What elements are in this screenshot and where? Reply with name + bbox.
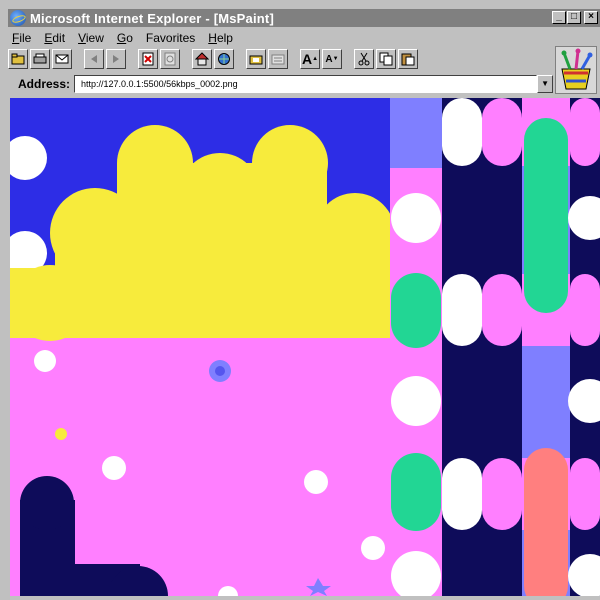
print-button[interactable] (30, 49, 50, 69)
history-icon (271, 54, 285, 65)
title-bar[interactable]: Microsoft Internet Explorer - [MsPaint] … (8, 9, 600, 27)
copy-button[interactable] (376, 49, 396, 69)
address-bar: Address: http://127.0.0.1:5500/56kbps_00… (8, 74, 553, 94)
toolbar-group-stop (138, 49, 182, 69)
address-dropdown-button[interactable]: ▼ (537, 75, 553, 93)
toolbar-group-file (8, 49, 74, 69)
history-button[interactable] (268, 49, 288, 69)
print-icon (33, 53, 47, 64)
toolbar-group-nav (84, 49, 128, 69)
mail-button[interactable] (52, 49, 72, 69)
toolbar-group-clipboard (354, 49, 420, 69)
paste-button[interactable] (398, 49, 418, 69)
menu-bar: File Edit View Go Favorites Help (12, 29, 246, 47)
refresh-button[interactable] (160, 49, 180, 69)
favorites-button[interactable] (246, 49, 266, 69)
scissors-icon (358, 52, 370, 66)
paste-icon (401, 53, 415, 66)
stop-button[interactable] (138, 49, 158, 69)
menu-view[interactable]: View (78, 31, 104, 45)
stop-page-icon (142, 52, 154, 66)
menu-favorites[interactable]: Favorites (146, 31, 195, 45)
search-button[interactable] (214, 49, 234, 69)
favorites-folder-icon (249, 55, 263, 65)
toolbar-group-font: A ▲ A ▼ (300, 49, 344, 69)
cut-button[interactable] (354, 49, 374, 69)
address-input[interactable]: http://127.0.0.1:5500/56kbps_0002.png (74, 75, 538, 93)
paint-cup-logo-icon (556, 47, 596, 93)
back-arrow-icon (91, 55, 97, 63)
open-folder-button[interactable] (8, 49, 28, 69)
menu-go[interactable]: Go (117, 31, 133, 45)
page-content (10, 98, 600, 596)
toolbar-group-favorites (246, 49, 290, 69)
browser-window: Microsoft Internet Explorer - [MsPaint] … (0, 0, 600, 600)
refresh-page-icon (164, 52, 176, 66)
mail-icon (55, 54, 69, 64)
open-folder-icon (11, 53, 25, 65)
brand-logo (555, 46, 597, 94)
status-strip (0, 596, 600, 600)
menu-file[interactable]: File (12, 31, 31, 45)
menu-edit[interactable]: Edit (44, 31, 65, 45)
toolbar: A ▲ A ▼ (8, 46, 548, 72)
window-title: Microsoft Internet Explorer - [MsPaint] (30, 10, 274, 26)
close-button[interactable]: × (584, 11, 598, 24)
font-larger-button[interactable]: A ▲ (300, 49, 320, 69)
font-smaller-label: A (325, 53, 333, 65)
ie-logo-icon (10, 10, 26, 26)
forward-arrow-icon (113, 55, 119, 63)
menu-help[interactable]: Help (208, 31, 233, 45)
home-icon (195, 52, 209, 66)
font-larger-label: A (301, 51, 313, 67)
page-image (10, 98, 600, 596)
minimize-button[interactable]: _ (552, 11, 566, 24)
back-button[interactable] (84, 49, 104, 69)
forward-button[interactable] (106, 49, 126, 69)
toolbar-group-home (192, 49, 236, 69)
search-globe-icon (218, 53, 230, 65)
copy-icon (379, 52, 393, 66)
maximize-button[interactable]: □ (567, 11, 581, 24)
address-label: Address: (18, 77, 71, 91)
window-controls: _ □ × (551, 11, 598, 24)
font-smaller-button[interactable]: A ▼ (322, 49, 342, 69)
home-button[interactable] (192, 49, 212, 69)
